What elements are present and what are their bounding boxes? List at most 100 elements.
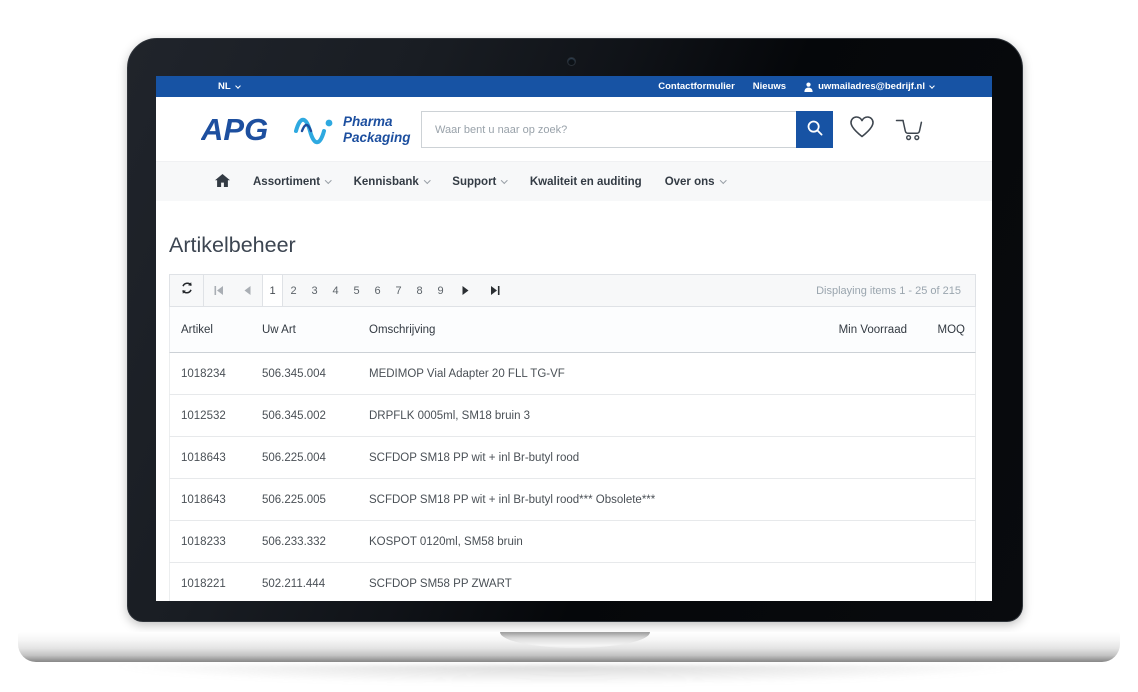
user-icon bbox=[804, 82, 813, 92]
shopping-cart-icon bbox=[895, 129, 925, 144]
table-row[interactable]: 1018643 506.225.005 SCFDOP SM18 PP wit +… bbox=[169, 479, 976, 521]
laptop-bezel: NL Contactformulier Nieuws uwmailadres@b… bbox=[127, 38, 1023, 622]
home-icon bbox=[215, 174, 230, 190]
cell-omschrijving: SCFDOP SM58 PP ZWART bbox=[358, 578, 787, 590]
browser-viewport: NL Contactformulier Nieuws uwmailadres@b… bbox=[156, 76, 992, 601]
cell-artikel: 1018221 bbox=[170, 578, 251, 590]
contact-link[interactable]: Contactformulier bbox=[658, 81, 735, 92]
cell-artikel: 1018234 bbox=[170, 368, 251, 380]
table-row[interactable]: 1018221 502.211.444 SCFDOP SM58 PP ZWART bbox=[169, 563, 976, 601]
next-page-icon bbox=[462, 283, 469, 298]
nav-label: Assortiment bbox=[253, 176, 320, 188]
search-input[interactable] bbox=[421, 111, 796, 148]
table-header-row: Artikel Uw Art Omschrijving Min Voorraad… bbox=[169, 307, 976, 353]
nav-label: Kwaliteit en auditing bbox=[530, 176, 642, 188]
news-link[interactable]: Nieuws bbox=[753, 81, 786, 92]
laptop-base bbox=[18, 632, 1120, 662]
cell-uw-art: 506.345.004 bbox=[251, 368, 358, 380]
column-header-uw-art[interactable]: Uw Art bbox=[251, 324, 358, 336]
cart-button[interactable] bbox=[895, 114, 925, 144]
language-label: NL bbox=[218, 81, 231, 92]
chevron-down-icon bbox=[501, 177, 507, 183]
chevron-down-icon bbox=[325, 177, 331, 183]
main-navigation: Assortiment Kennisbank Support Kwaliteit… bbox=[156, 161, 992, 201]
company-logo[interactable]: APG Pharma Packaging bbox=[201, 107, 415, 156]
cell-artikel: 1018233 bbox=[170, 536, 251, 548]
chevron-down-icon bbox=[720, 177, 726, 183]
articles-grid: 1 2 3 4 5 6 7 8 9 bbox=[169, 274, 976, 601]
column-header-artikel[interactable]: Artikel bbox=[170, 324, 251, 336]
pager-page-2[interactable]: 2 bbox=[283, 275, 304, 306]
column-header-min-voorraad[interactable]: Min Voorraad bbox=[787, 324, 907, 336]
nav-item-support[interactable]: Support bbox=[452, 176, 507, 188]
cell-uw-art: 506.233.332 bbox=[251, 536, 358, 548]
refresh-icon bbox=[180, 281, 194, 300]
table-row[interactable]: 1012532 506.345.002 DRPFLK 0005ml, SM18 … bbox=[169, 395, 976, 437]
pager-page-3[interactable]: 3 bbox=[304, 275, 325, 306]
dna-wave-icon bbox=[296, 120, 332, 143]
table-row[interactable]: 1018643 506.225.004 SCFDOP SM18 PP wit +… bbox=[169, 437, 976, 479]
cell-uw-art: 506.225.005 bbox=[251, 494, 358, 506]
nav-item-kwaliteit[interactable]: Kwaliteit en auditing bbox=[530, 176, 642, 188]
cell-uw-art: 506.345.002 bbox=[251, 410, 358, 422]
pager-first-button[interactable] bbox=[204, 275, 233, 306]
column-header-omschrijving[interactable]: Omschrijving bbox=[358, 324, 787, 336]
cell-artikel: 1018643 bbox=[170, 494, 251, 506]
pager-page-6[interactable]: 6 bbox=[367, 275, 388, 306]
nav-item-assortiment[interactable]: Assortiment bbox=[253, 176, 331, 188]
pager-page-8[interactable]: 8 bbox=[409, 275, 430, 306]
grid-pager: 1 2 3 4 5 6 7 8 9 bbox=[169, 274, 976, 307]
nav-label: Over ons bbox=[665, 176, 715, 188]
chevron-down-icon bbox=[424, 177, 430, 183]
refresh-button[interactable] bbox=[170, 275, 204, 306]
pager-page-4[interactable]: 4 bbox=[325, 275, 346, 306]
topbar-right-group: Contactformulier Nieuws uwmailadres@bedr… bbox=[658, 81, 934, 92]
table-row[interactable]: 1018233 506.233.332 KOSPOT 0120ml, SM58 … bbox=[169, 521, 976, 563]
account-menu[interactable]: uwmailadres@bedrijf.nl bbox=[804, 81, 934, 92]
logo-tagline-1: Pharma bbox=[343, 114, 393, 129]
nav-label: Support bbox=[452, 176, 496, 188]
page-content: Artikelbeheer bbox=[156, 233, 992, 601]
account-email: uwmailadres@bedrijf.nl bbox=[818, 81, 925, 92]
site-header: APG Pharma Packaging bbox=[156, 97, 992, 161]
pager-last-button[interactable] bbox=[480, 275, 509, 306]
language-selector[interactable]: NL bbox=[218, 81, 240, 92]
webcam-dot bbox=[568, 58, 575, 65]
top-utility-bar: NL Contactformulier Nieuws uwmailadres@b… bbox=[156, 76, 992, 97]
first-page-icon bbox=[214, 283, 224, 298]
cell-uw-art: 506.225.004 bbox=[251, 452, 358, 464]
cell-omschrijving: DRPFLK 0005ml, SM18 bruin 3 bbox=[358, 410, 787, 422]
cell-omschrijving: MEDIMOP Vial Adapter 20 FLL TG-VF bbox=[358, 368, 787, 380]
pager-prev-button[interactable] bbox=[233, 275, 262, 306]
laptop-lid-notch bbox=[500, 632, 650, 648]
cell-uw-art: 502.211.444 bbox=[251, 578, 358, 590]
prev-page-icon bbox=[244, 283, 251, 298]
cell-omschrijving: KOSPOT 0120ml, SM58 bruin bbox=[358, 536, 787, 548]
nav-item-over-ons[interactable]: Over ons bbox=[665, 176, 725, 188]
pager-status-text: Displaying items 1 - 25 of 215 bbox=[816, 285, 975, 297]
laptop-reflection bbox=[60, 665, 1078, 691]
heart-icon bbox=[848, 128, 876, 143]
page-title: Artikelbeheer bbox=[169, 233, 992, 258]
cell-omschrijving: SCFDOP SM18 PP wit + inl Br-butyl rood bbox=[358, 452, 787, 464]
chevron-down-icon bbox=[929, 83, 935, 89]
search-button[interactable] bbox=[796, 111, 833, 148]
column-header-moq[interactable]: MOQ bbox=[907, 324, 975, 336]
pager-next-button[interactable] bbox=[451, 275, 480, 306]
nav-label: Kennisbank bbox=[354, 176, 419, 188]
pager-page-7[interactable]: 7 bbox=[388, 275, 409, 306]
pager-page-5[interactable]: 5 bbox=[346, 275, 367, 306]
nav-home[interactable] bbox=[215, 174, 230, 190]
logo-tagline-2: Packaging bbox=[343, 130, 411, 145]
wishlist-button[interactable] bbox=[848, 114, 876, 143]
logo-acronym: APG bbox=[201, 112, 268, 147]
cell-omschrijving: SCFDOP SM18 PP wit + inl Br-butyl rood**… bbox=[358, 494, 787, 506]
pager-page-9[interactable]: 9 bbox=[430, 275, 451, 306]
search-icon bbox=[806, 119, 824, 140]
pager-page-1[interactable]: 1 bbox=[262, 275, 283, 306]
search-bar bbox=[421, 111, 833, 148]
nav-item-kennisbank[interactable]: Kennisbank bbox=[354, 176, 430, 188]
cell-artikel: 1012532 bbox=[170, 410, 251, 422]
table-row[interactable]: 1018234 506.345.004 MEDIMOP Vial Adapter… bbox=[169, 353, 976, 395]
page-background: NL Contactformulier Nieuws uwmailadres@b… bbox=[0, 0, 1138, 692]
